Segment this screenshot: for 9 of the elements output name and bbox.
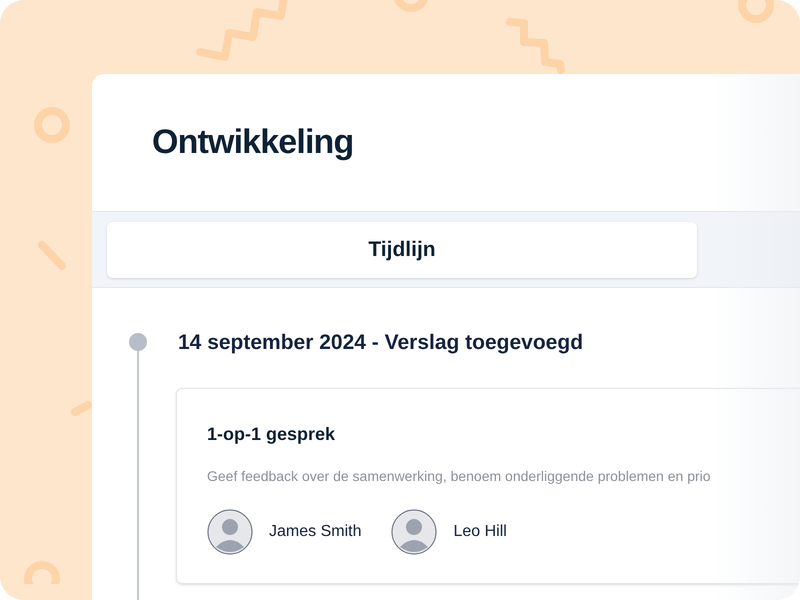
person-name: James Smith	[269, 522, 362, 542]
person-name: Leo Hill	[453, 522, 507, 542]
tab[interactable]: Tijdlijn	[107, 222, 697, 278]
page-title: Ontwikkeling	[152, 122, 354, 163]
avatar-icon	[207, 509, 253, 555]
card-description: Geef feedback over de samenwerking, benoem onderliggende problemen en prio	[207, 467, 712, 486]
card-title: 1-op-1 gesprek	[207, 423, 336, 446]
avatar-icon	[391, 509, 438, 555]
timeline-heading: 14 september 2024 - Verslag toegevoegd	[178, 332, 584, 354]
